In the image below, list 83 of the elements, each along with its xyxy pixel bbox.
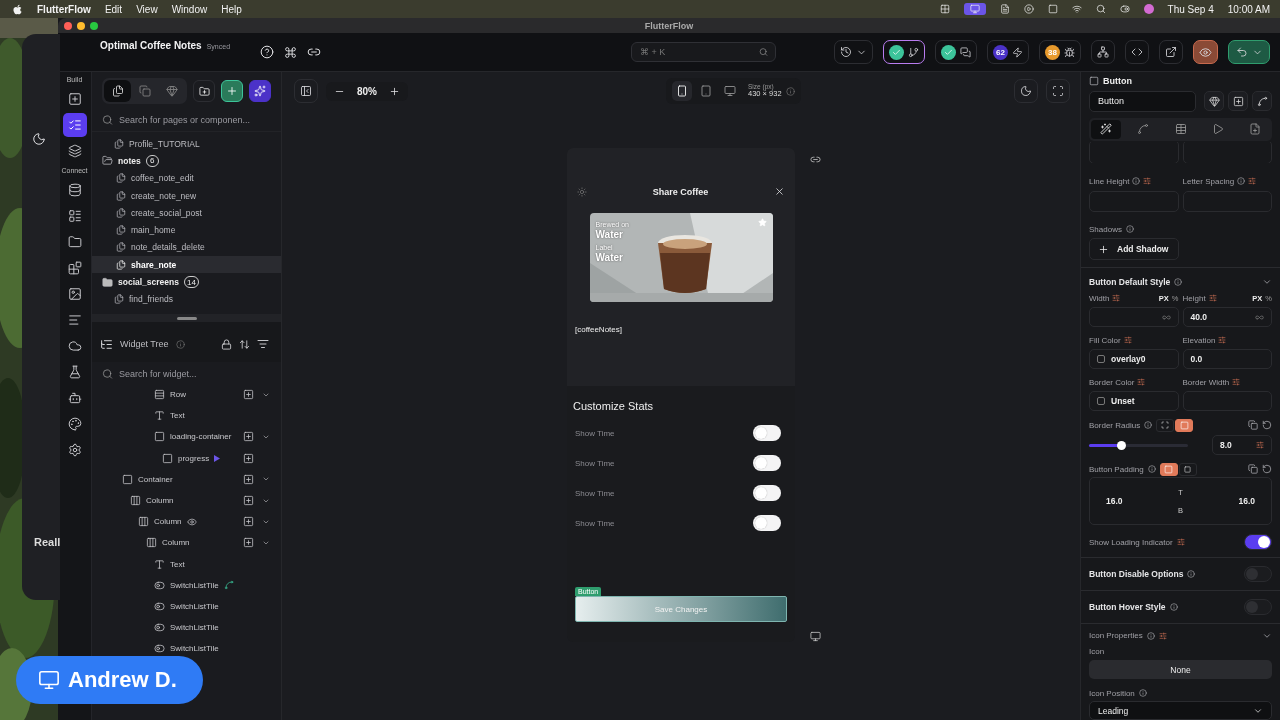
widget-search-field[interactable]: Search for widget... (92, 362, 281, 386)
tree-item[interactable]: Column (92, 511, 281, 533)
tree-item[interactable]: SwitchListTile (92, 595, 281, 618)
add-shadow-button[interactable]: Add Shadow (1089, 238, 1179, 261)
window-title: FlutterFlow (644, 20, 694, 31)
section-title: Customize Stats (573, 400, 655, 412)
page-item[interactable]: coffee_note_edit (92, 169, 281, 187)
tree-item[interactable]: Column (92, 489, 281, 512)
position-dropdown[interactable]: Leading (1089, 701, 1272, 720)
tree-item[interactable]: Container (92, 468, 281, 490)
folder-name: notes (118, 155, 141, 166)
page-item[interactable]: create_note_new (92, 186, 281, 205)
tree-item[interactable]: Row (92, 384, 281, 406)
section-title: Button Hover Style (1089, 602, 1166, 612)
padding-value: 16.0 (1237, 496, 1256, 507)
tree-item[interactable]: Text (92, 405, 281, 427)
tree-item[interactable]: SwitchListTile (92, 617, 281, 639)
field-label: Fill Color (1089, 335, 1121, 345)
field-label: Border Color (1089, 377, 1135, 387)
panel-title: Button (1103, 76, 1132, 86)
field-label: Border Width (1182, 377, 1230, 387)
stat-label: Show Time (575, 488, 615, 498)
page-item[interactable]: share_note (92, 256, 281, 274)
field-label: Button Padding (1089, 464, 1144, 474)
search-field[interactable]: ⌘ + K (631, 42, 776, 62)
warnings-button[interactable]: 62 (987, 40, 1029, 64)
field-label: Border Radius (1089, 420, 1141, 430)
tree-item[interactable]: SwitchListTile (92, 638, 281, 660)
field-label: Elevation (1182, 335, 1216, 345)
field-label: Letter Spacing (1182, 176, 1235, 186)
field-label: Shadows (1089, 224, 1122, 234)
radius-field[interactable]: 8.0 (1212, 435, 1272, 456)
notes-text: [coffeeNotes] (575, 325, 622, 334)
count-badge: 62 (993, 44, 1008, 60)
section-title: Button Default Style (1089, 277, 1171, 288)
color-field[interactable]: overlay0 (1089, 349, 1179, 370)
menu-item[interactable]: FlutterFlow (37, 3, 91, 15)
menu-item[interactable]: View (136, 3, 158, 15)
stat-label: Show Time (575, 458, 615, 468)
menu-date: Thu Sep 4 (1167, 3, 1214, 15)
stat-label: Show Time (575, 428, 615, 438)
menu-item[interactable]: Edit (104, 3, 123, 15)
window-text: Reall (34, 536, 61, 548)
menu-time: 10:00 AM (1227, 3, 1270, 15)
elevation-field[interactable]: 0.0 (1182, 349, 1272, 370)
project-title: Optimal Coffee Notes (100, 39, 202, 51)
field-label: Line Height (1089, 176, 1130, 186)
tree-item[interactable]: progress (92, 447, 281, 469)
field-label: Icon Position (1089, 688, 1135, 698)
page-item[interactable]: Profile_TUTORIAL (92, 135, 281, 153)
page-item[interactable]: create_social_post (92, 204, 281, 222)
field-label: Height (1182, 293, 1206, 303)
count-badge: 38 (1045, 44, 1060, 60)
page-search-field[interactable]: Search for pages or componen... (92, 108, 281, 132)
section-title: Icon Properties (1089, 631, 1143, 641)
tree-item[interactable]: Column (92, 532, 281, 554)
page-item[interactable]: main_home (92, 221, 281, 239)
panel-title: Widget Tree (120, 339, 169, 349)
icon-picker-button[interactable]: None (1089, 659, 1272, 680)
tree-item[interactable]: SwitchListTile (92, 574, 281, 596)
caption-value: Water (595, 252, 623, 263)
height-field[interactable]: 40.0 (1182, 307, 1272, 328)
folder-item[interactable]: notes 6 (92, 152, 281, 170)
menu-item[interactable]: Help (221, 3, 242, 15)
folder-item[interactable]: social_screens 14 (92, 273, 281, 291)
field-label: Show Loading Indicator (1089, 537, 1173, 547)
stat-label: Show Time (575, 518, 615, 528)
tree-item[interactable]: loading-container (92, 426, 281, 448)
menu-item[interactable]: Window (171, 3, 208, 15)
color-field[interactable]: Unset (1089, 391, 1179, 412)
folder-name: social_screens (118, 277, 179, 287)
field-label: Width (1089, 293, 1110, 303)
tree-item[interactable]: Text (92, 553, 281, 575)
caption-value: Water (595, 229, 623, 240)
field-label: Icon (1089, 647, 1105, 657)
presenter-name: Andrew D. (68, 667, 177, 693)
page-item[interactable]: note_details_delete (92, 238, 281, 257)
page-item[interactable]: find_friends (92, 290, 281, 308)
section-title: Button Disable Options (1089, 569, 1184, 580)
padding-value: 16.0 (1105, 496, 1124, 507)
dialog-title: Share Coffee (652, 186, 709, 197)
zoom-level: 80% (357, 85, 377, 97)
name-field[interactable]: Button (1089, 90, 1197, 112)
